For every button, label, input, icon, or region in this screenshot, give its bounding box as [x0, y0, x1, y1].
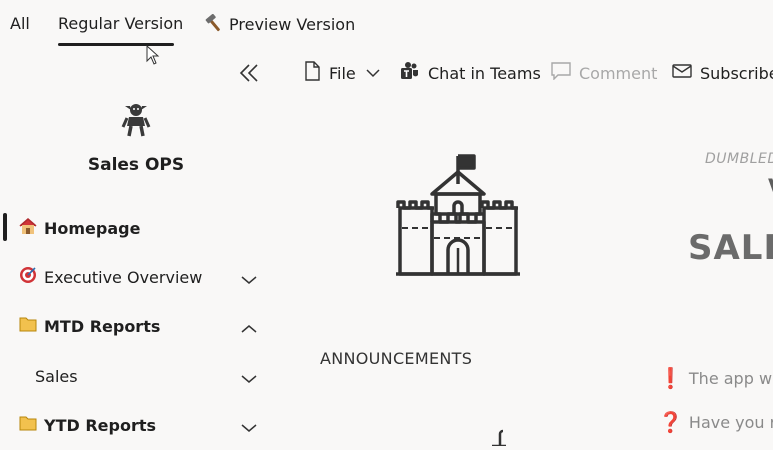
sidebar-item-sales[interactable]: Sales	[0, 358, 272, 394]
sidebar-item-executive-overview[interactable]: Executive Overview	[0, 259, 272, 295]
comment-label: Comment	[579, 63, 658, 83]
chevron-up-icon[interactable]	[241, 319, 257, 338]
sidebar-item-ytd-reports[interactable]: YTD Reports	[0, 407, 272, 443]
subscribe-button[interactable]: Subscribe	[672, 62, 773, 84]
tab-preview-version[interactable]: Preview Version	[203, 14, 355, 34]
sidebar-item-label: Homepage	[44, 218, 141, 238]
house-icon	[18, 217, 38, 239]
sidebar-item-label: MTD Reports	[44, 316, 161, 336]
chevron-down-icon[interactable]	[241, 270, 257, 289]
goblin-logo-icon	[121, 100, 151, 142]
announcement-item: ❓ Have you reg	[658, 410, 773, 434]
announcement-text: The app will	[688, 368, 773, 388]
folder-icon	[18, 415, 38, 435]
announcement-text: Have you reg	[688, 412, 773, 432]
sidebar-item-label: Executive Overview	[44, 267, 203, 287]
file-label: File	[329, 63, 356, 83]
sales-heading: SALE	[688, 228, 773, 268]
comment-icon	[551, 62, 579, 84]
app-title: Sales OPS	[87, 155, 185, 175]
file-icon	[303, 61, 329, 85]
chevron-down-icon	[366, 68, 388, 78]
double-chevron-left-icon	[238, 64, 260, 88]
sidebar-item-mtd-reports[interactable]: MTD Reports	[0, 308, 272, 344]
announcements-heading: ANNOUNCEMENTS	[320, 349, 473, 368]
mouse-cursor-icon	[146, 44, 160, 69]
pen-icon	[488, 428, 508, 450]
teams-label: Chat in Teams	[428, 63, 541, 83]
sidebar-item-label: Sales	[35, 366, 78, 386]
chevron-down-icon[interactable]	[241, 369, 257, 388]
sidebar-item-homepage[interactable]: Homepage	[0, 210, 272, 246]
comment-button[interactable]: Comment	[551, 62, 657, 84]
tab-preview-label: Preview Version	[229, 14, 356, 34]
castle-icon	[394, 152, 522, 284]
teams-icon	[400, 61, 428, 85]
mail-icon	[672, 63, 700, 83]
question-mark-icon: ❓	[658, 410, 683, 434]
dumbledore-subheading: DUMBLED	[705, 151, 773, 167]
heading-fragment: V	[768, 176, 773, 201]
hammer-icon	[203, 14, 223, 34]
chat-in-teams-button[interactable]: Chat in Teams	[400, 62, 541, 84]
file-menu-button[interactable]: File	[303, 61, 388, 85]
folder-icon	[18, 316, 38, 336]
subscribe-label: Subscribe	[700, 63, 773, 83]
tab-all[interactable]: All	[10, 14, 30, 33]
tab-regular-version[interactable]: Regular Version	[58, 14, 183, 33]
chevron-down-icon[interactable]	[241, 418, 257, 437]
exclamation-icon: ❗	[658, 366, 683, 390]
target-icon	[18, 266, 38, 288]
announcement-item: ❗ The app will	[658, 366, 773, 390]
collapse-sidebar-button[interactable]	[238, 62, 260, 88]
sidebar-item-label: YTD Reports	[44, 415, 157, 435]
